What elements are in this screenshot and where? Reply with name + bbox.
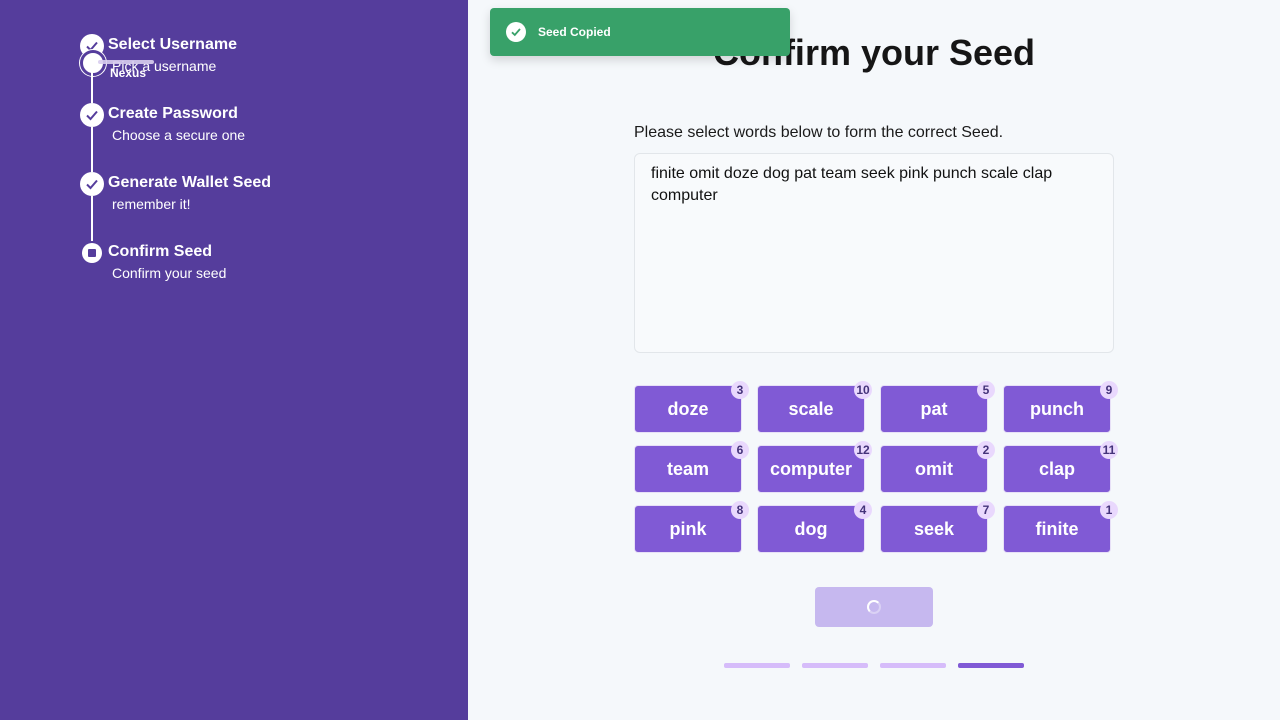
step-connector (91, 127, 93, 172)
step-connector (91, 196, 93, 241)
sidebar: Select Username Pick a username Nexus Cr… (0, 0, 468, 720)
progress-step-2 (802, 663, 868, 668)
check-icon (506, 22, 526, 42)
word-button[interactable]: punch 9 (1003, 381, 1118, 433)
progress-step-4 (958, 663, 1024, 668)
order-badge: 2 (977, 441, 995, 459)
current-step-icon (82, 243, 102, 263)
step-subtitle: remember it! (112, 196, 191, 212)
step-title: Generate Wallet Seed (108, 174, 272, 191)
seed-input[interactable]: finite omit doze dog pat team seek pink … (634, 153, 1114, 353)
word-button[interactable]: computer 12 (757, 441, 872, 493)
word-button[interactable]: pat 5 (880, 381, 995, 433)
word-button[interactable]: finite 1 (1003, 501, 1118, 553)
order-badge: 1 (1100, 501, 1118, 519)
toast-notification[interactable]: Seed Copied (490, 8, 790, 56)
toast-message: Seed Copied (538, 25, 611, 39)
word-button[interactable]: omit 2 (880, 441, 995, 493)
step-title: Select Username (108, 36, 237, 53)
order-badge: 7 (977, 501, 995, 519)
progress-step-3 (880, 663, 946, 668)
step-subtitle: Confirm your seed (112, 265, 227, 281)
word-button[interactable]: doze 3 (634, 381, 749, 433)
word-button[interactable]: seek 7 (880, 501, 995, 553)
word-button[interactable]: dog 4 (757, 501, 872, 553)
instructions: Please select words below to form the co… (634, 124, 1004, 141)
word-button[interactable]: clap 11 (1003, 441, 1118, 493)
check-icon (80, 103, 104, 127)
word-button[interactable]: team 6 (634, 441, 749, 493)
order-badge: 5 (977, 381, 995, 399)
confirm-button[interactable] (815, 587, 933, 627)
spinner-icon (867, 600, 881, 614)
order-badge: 11 (1100, 441, 1118, 459)
word-button[interactable]: pink 8 (634, 501, 749, 553)
app-logo: Nexus (80, 50, 154, 80)
app-name: Nexus (110, 66, 147, 80)
order-badge: 9 (1100, 381, 1118, 399)
order-badge: 12 (854, 441, 872, 459)
order-badge: 3 (731, 381, 749, 399)
order-badge: 4 (854, 501, 872, 519)
step-subtitle: Choose a secure one (112, 127, 246, 143)
step-title: Create Password (108, 105, 238, 122)
order-badge: 6 (731, 441, 749, 459)
order-badge: 10 (854, 381, 872, 399)
progress-step-1 (724, 663, 790, 668)
order-badge: 8 (731, 501, 749, 519)
word-button[interactable]: scale 10 (757, 381, 872, 433)
check-icon (80, 172, 104, 196)
step-title: Confirm Seed (108, 243, 213, 260)
step-connector (91, 58, 93, 103)
